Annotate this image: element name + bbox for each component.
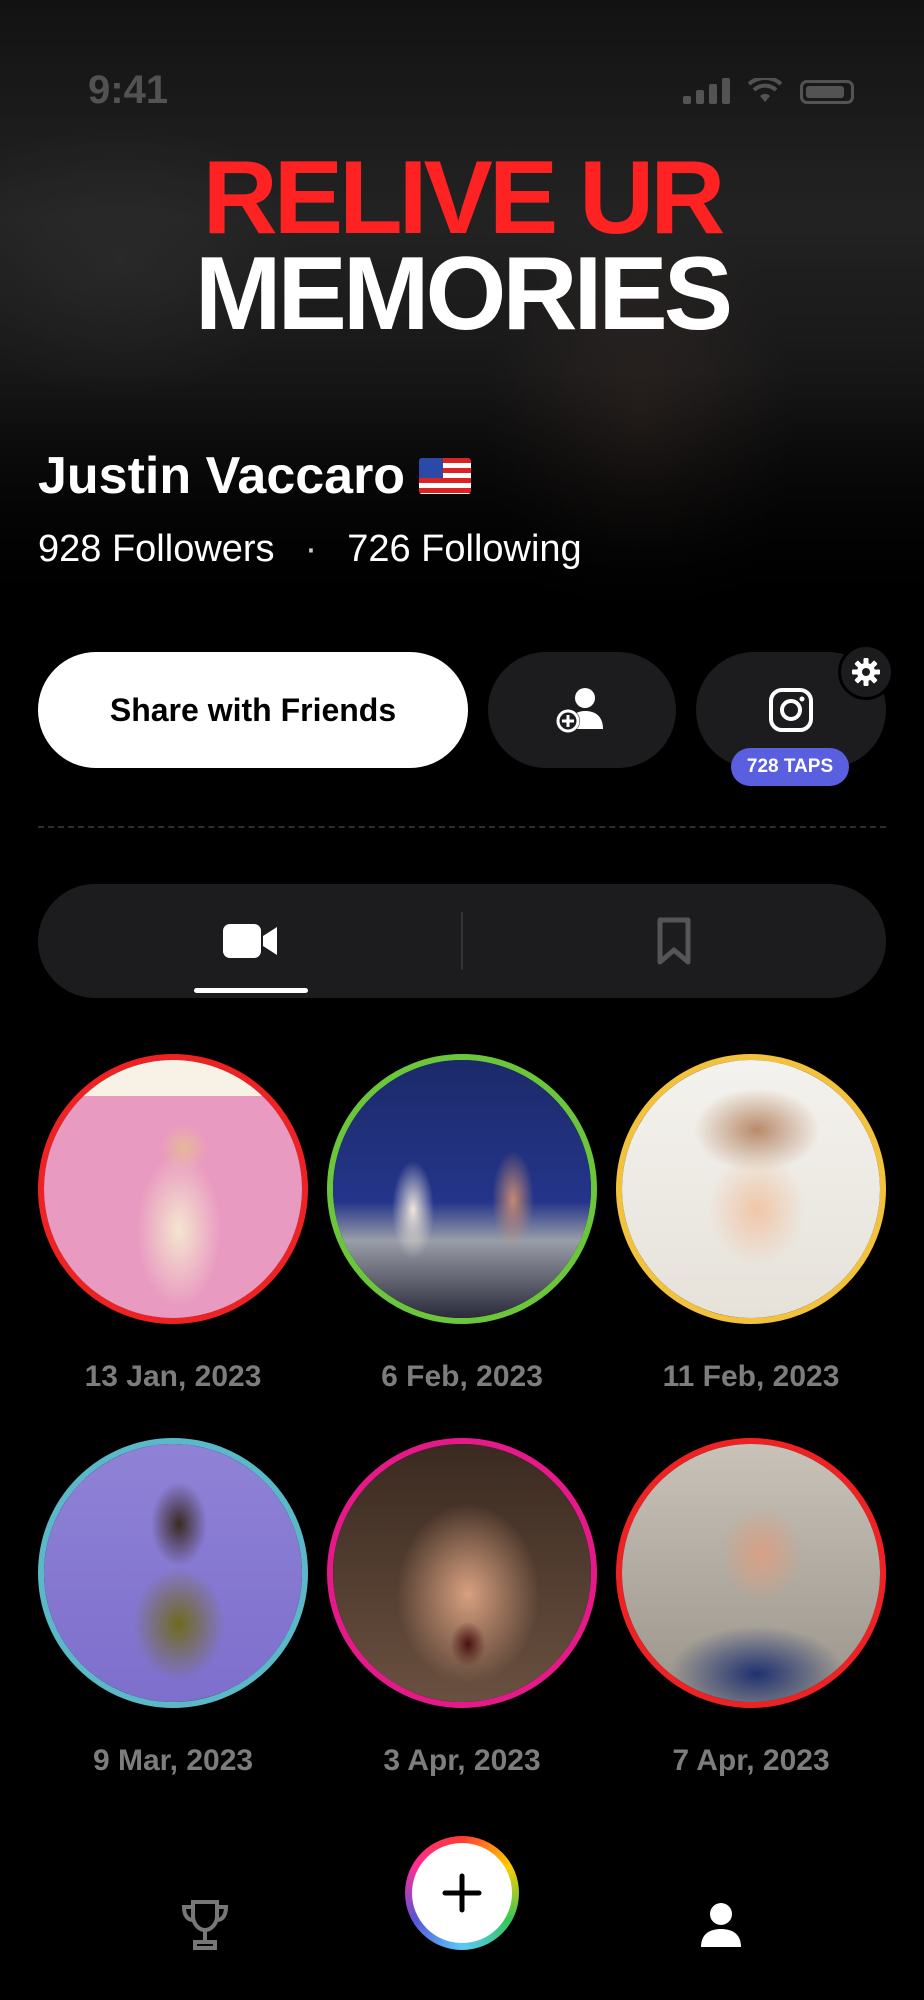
gear-icon bbox=[852, 658, 880, 686]
memory-date: 3 Apr, 2023 bbox=[383, 1744, 541, 1777]
content-tabs bbox=[38, 884, 886, 998]
plus-icon bbox=[442, 1873, 482, 1913]
create-button-inner bbox=[412, 1843, 512, 1943]
tab-videos[interactable] bbox=[38, 884, 462, 998]
create-memory-button[interactable] bbox=[405, 1836, 519, 1950]
hero-headline: RELIVE UR MEMORIES bbox=[0, 140, 924, 352]
memory-thumbnail[interactable] bbox=[616, 1438, 886, 1708]
memory-item[interactable]: 6 Feb, 2023 bbox=[327, 1054, 597, 1394]
nav-profile[interactable] bbox=[676, 1880, 766, 1970]
memory-item[interactable]: 7 Apr, 2023 bbox=[616, 1438, 886, 1778]
profile-name-row: Justin Vaccaro bbox=[38, 446, 472, 506]
active-tab-indicator bbox=[194, 988, 308, 993]
video-camera-icon bbox=[223, 924, 277, 958]
bookmark-icon bbox=[657, 917, 691, 965]
memory-date: 13 Jan, 2023 bbox=[84, 1360, 262, 1393]
memory-thumbnail[interactable] bbox=[616, 1054, 886, 1324]
memory-date: 9 Mar, 2023 bbox=[92, 1744, 254, 1777]
add-person-icon bbox=[556, 688, 603, 733]
status-time: 9:41 bbox=[88, 68, 169, 112]
wifi-icon bbox=[748, 78, 782, 102]
memory-thumbnail[interactable] bbox=[327, 1438, 597, 1708]
share-with-friends-button[interactable]: Share with Friends bbox=[38, 652, 468, 768]
battery-icon bbox=[800, 80, 854, 104]
memory-thumbnail[interactable] bbox=[327, 1054, 597, 1324]
tab-saved[interactable] bbox=[462, 884, 886, 998]
memory-date: 6 Feb, 2023 bbox=[381, 1360, 543, 1393]
taps-badge: 728 TAPS bbox=[731, 748, 849, 786]
status-icons bbox=[683, 78, 854, 104]
following-count[interactable]: 726 Following bbox=[347, 528, 581, 571]
profile-name: Justin Vaccaro bbox=[38, 447, 406, 505]
memory-date: 7 Apr, 2023 bbox=[672, 1744, 830, 1777]
settings-button[interactable] bbox=[838, 644, 894, 700]
memory-item[interactable]: 9 Mar, 2023 bbox=[38, 1438, 308, 1778]
memory-thumbnail[interactable] bbox=[38, 1054, 308, 1324]
trophy-icon bbox=[181, 1900, 229, 1950]
signal-icon bbox=[683, 78, 730, 104]
memory-item[interactable]: 11 Feb, 2023 bbox=[616, 1054, 886, 1394]
profile-icon bbox=[701, 1903, 741, 1947]
headline-line1: RELIVE UR bbox=[202, 140, 726, 256]
nav-leaderboard[interactable] bbox=[160, 1880, 250, 1970]
memory-date: 11 Feb, 2023 bbox=[662, 1360, 840, 1393]
followers-count[interactable]: 928 Followers bbox=[38, 528, 275, 571]
memory-item[interactable]: 13 Jan, 2023 bbox=[38, 1054, 308, 1394]
headline-line2: MEMORIES bbox=[194, 236, 733, 352]
separator-dot: · bbox=[304, 528, 318, 570]
follow-stats: 928 Followers · 726 Following bbox=[38, 528, 582, 571]
memory-thumbnail[interactable] bbox=[38, 1438, 308, 1708]
section-divider bbox=[38, 826, 886, 828]
add-friend-button[interactable] bbox=[488, 652, 676, 768]
memory-item[interactable]: 3 Apr, 2023 bbox=[327, 1438, 597, 1778]
instagram-icon bbox=[769, 688, 813, 732]
us-flag-icon bbox=[419, 458, 472, 494]
